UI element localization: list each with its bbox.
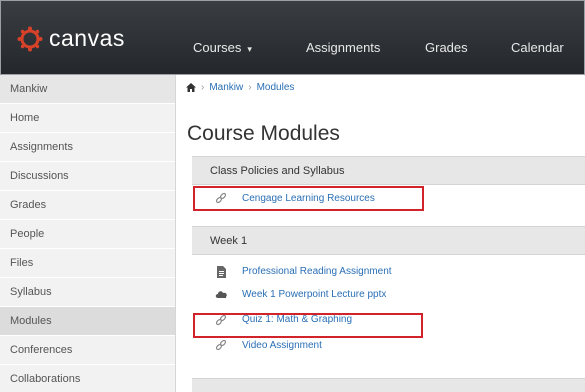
page-title: Course Modules: [187, 122, 340, 145]
nav-courses[interactable]: Courses ▾: [193, 40, 252, 55]
module-class-policies: Class Policies and Syllabus Cengage Lear…: [192, 156, 585, 211]
module-item-video-assignment[interactable]: Video Assignment: [192, 333, 585, 357]
sidebar-item-grades[interactable]: Grades: [0, 191, 175, 220]
link-icon: [214, 191, 228, 205]
module-next: [192, 378, 585, 392]
sidebar-item-people[interactable]: People: [0, 220, 175, 249]
link-icon: [214, 338, 228, 352]
sidebar-item-conferences[interactable]: Conferences: [0, 336, 175, 365]
global-header: canvas Courses ▾ Assignments Grades Calen…: [0, 0, 585, 75]
top-navigation: Courses ▾ Assignments Grades Calendar: [1, 1, 585, 76]
home-icon[interactable]: [186, 83, 196, 92]
sidebar-item-files[interactable]: Files: [0, 249, 175, 278]
nav-assignments[interactable]: Assignments: [306, 40, 380, 55]
breadcrumb: › Mankiw › Modules: [186, 82, 294, 93]
module-item-label[interactable]: Quiz 1: Math & Graphing: [242, 314, 352, 325]
module-header[interactable]: Week 1: [192, 226, 585, 255]
breadcrumb-course[interactable]: Mankiw: [209, 82, 243, 93]
module-item-label[interactable]: Video Assignment: [242, 340, 322, 351]
link-icon: [214, 313, 228, 327]
module-item-quiz-1[interactable]: Quiz 1: Math & Graphing: [192, 306, 585, 333]
nav-grades[interactable]: Grades: [425, 40, 468, 55]
course-sidebar: Mankiw Home Assignments Discussions Grad…: [0, 75, 176, 392]
nav-courses-label: Courses: [193, 40, 242, 55]
chevron-down-icon: ▾: [247, 44, 252, 54]
breadcrumb-modules[interactable]: Modules: [257, 82, 295, 93]
module-item-professional-reading[interactable]: Professional Reading Assignment: [192, 261, 585, 282]
breadcrumb-separator: ›: [248, 82, 252, 93]
sidebar-item-collaborations[interactable]: Collaborations: [0, 365, 175, 392]
module-week-1: Week 1 Professional Reading Assignment W…: [192, 226, 585, 357]
module-item-label[interactable]: Cengage Learning Resources: [242, 193, 375, 204]
main-content: › Mankiw › Modules Course Modules Class …: [176, 75, 585, 392]
nav-calendar[interactable]: Calendar: [511, 40, 564, 55]
module-item-week1-powerpoint[interactable]: Week 1 Powerpoint Lecture pptx: [192, 282, 585, 306]
module-item-label[interactable]: Week 1 Powerpoint Lecture pptx: [242, 289, 386, 300]
sidebar-course-name[interactable]: Mankiw: [0, 75, 175, 104]
module-item-label[interactable]: Professional Reading Assignment: [242, 266, 392, 277]
sidebar-item-syllabus[interactable]: Syllabus: [0, 278, 175, 307]
sidebar-item-home[interactable]: Home: [0, 104, 175, 133]
sidebar-item-assignments[interactable]: Assignments: [0, 133, 175, 162]
cloud-icon: [214, 287, 228, 301]
breadcrumb-separator: ›: [201, 82, 205, 93]
document-icon: [214, 265, 228, 279]
module-header[interactable]: Class Policies and Syllabus: [192, 156, 585, 185]
sidebar-item-discussions[interactable]: Discussions: [0, 162, 175, 191]
module-item-cengage[interactable]: Cengage Learning Resources: [192, 185, 585, 211]
sidebar-item-modules[interactable]: Modules: [0, 307, 175, 336]
